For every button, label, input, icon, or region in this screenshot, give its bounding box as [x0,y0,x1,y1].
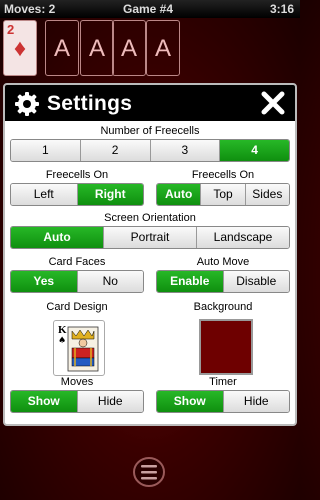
card-preview-suit: ♠ [58,336,66,346]
card-faces-label: Card Faces [48,256,106,268]
card-suit: ♦ [13,35,27,62]
card-preview-rank: K [58,324,67,336]
dialog-title: Settings [47,92,133,115]
freecell-card[interactable]: 2 ♦ [3,20,37,76]
orientation-selector: Auto Portrait Landscape [10,226,290,249]
freecells-count-selector: 1 2 3 4 [10,139,290,162]
card-faces-yes-option[interactable]: Yes [11,271,77,292]
status-bar: Moves: 2 Game #4 3:16 [0,0,300,18]
freecells-auto-option[interactable]: Auto [157,184,201,205]
game-timer: 3:16 [269,2,294,16]
card-design-preview[interactable]: K ♠ [53,320,105,376]
freecells-option-3[interactable]: 3 [149,140,220,161]
freecells-option-2[interactable]: 2 [79,140,150,161]
freecells-left-option[interactable]: Left [11,184,77,205]
background-label: Background [193,301,253,313]
king-card-icon: K ♠ [58,324,99,372]
card-rank: 2 [7,22,15,37]
timer-show-option[interactable]: Show [157,391,223,412]
moves-selector: Show Hide [10,390,144,413]
orientation-auto-option[interactable]: Auto [11,227,103,248]
card-faces-selector: Yes No [10,270,144,293]
orientation-label: Screen Orientation [104,212,196,224]
game-number: Game #4 [123,2,174,16]
timer-selector: Show Hide [156,390,290,413]
orientation-portrait-option[interactable]: Portrait [103,227,196,248]
foundation-slot[interactable]: A [146,20,180,76]
auto-move-disable-option[interactable]: Disable [222,271,289,292]
timer-label: Timer [209,376,237,388]
freecells-option-4[interactable]: 4 [219,140,289,161]
auto-move-label: Auto Move [196,256,250,268]
freecells-side-selector: Left Right [10,183,144,206]
close-icon[interactable] [259,89,287,117]
foundation-slot[interactable]: A [112,20,146,76]
orientation-landscape-option[interactable]: Landscape [196,227,289,248]
moves-counter: Moves: 2 [4,2,56,16]
moves-label: Moves [60,376,94,388]
freecells-position-label: Freecells On [191,169,255,181]
freecells-position-selector: Auto Top Sides [156,183,290,206]
auto-move-enable-option[interactable]: Enable [157,271,223,292]
freecells-side-label: Freecells On [45,169,109,181]
background-swatch[interactable] [199,319,253,375]
card-design-label: Card Design [46,301,108,313]
auto-move-selector: Enable Disable [156,270,290,293]
foundation-slot[interactable]: A [45,20,79,76]
menu-icon[interactable] [131,456,167,488]
moves-hide-option[interactable]: Hide [76,391,143,412]
card-faces-no-option[interactable]: No [76,271,143,292]
gear-icon [15,92,39,116]
dialog-header: Settings [5,85,295,121]
settings-dialog: Settings Number of Freecells 1 2 3 4 Fre… [3,83,297,426]
freecells-sides-option[interactable]: Sides [244,184,289,205]
freecells-right-option[interactable]: Right [76,184,143,205]
timer-hide-option[interactable]: Hide [222,391,289,412]
moves-show-option[interactable]: Show [11,391,77,412]
foundation-slot[interactable]: A [80,20,114,76]
freecells-count-label: Number of Freecells [100,125,200,137]
freecells-option-1[interactable]: 1 [11,140,80,161]
card-row: 2 ♦ A A A A [0,20,300,82]
freecells-top-option[interactable]: Top [200,184,245,205]
